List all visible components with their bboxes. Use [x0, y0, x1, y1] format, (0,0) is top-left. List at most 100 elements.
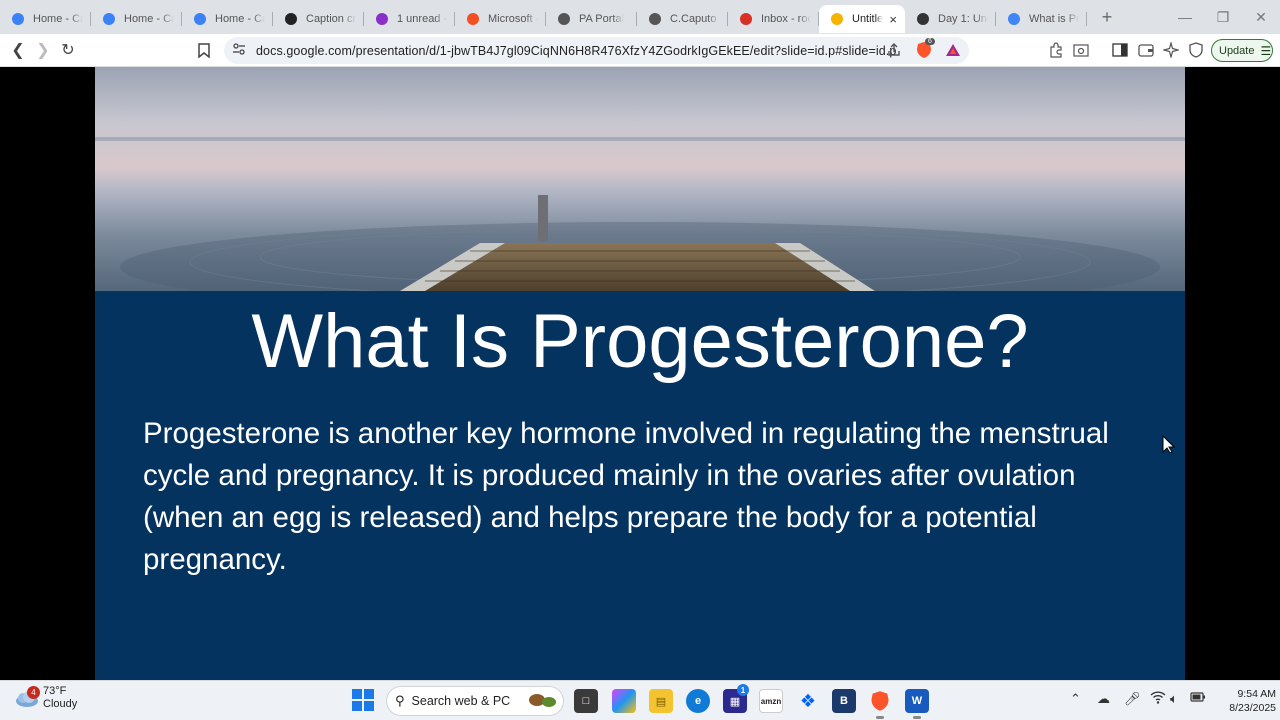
clock-date: 8/23/2025 — [1229, 702, 1276, 714]
browser-tab[interactable]: Home - Ca — [91, 5, 182, 33]
microsoft-icon — [466, 12, 480, 26]
task-view-icon[interactable]: □ — [574, 689, 598, 713]
search-icon: ⚲ — [395, 693, 405, 708]
tab-label: Home - Ca — [124, 13, 174, 25]
brave-rewards-icon[interactable] — [943, 40, 963, 60]
microphone-icon[interactable]: 🎤︎ — [1124, 691, 1141, 707]
restore-icon[interactable]: ❐ — [1204, 0, 1242, 34]
dropbox-icon[interactable]: ❖ — [796, 689, 820, 713]
minimize-icon[interactable]: — — [1166, 0, 1204, 34]
close-tab-icon[interactable]: × — [885, 12, 897, 27]
word-icon[interactable]: W — [905, 689, 929, 713]
site-settings-icon[interactable] — [232, 43, 246, 58]
windows-start-icon[interactable] — [352, 689, 374, 711]
clock-time: 9:54 AM — [1237, 688, 1276, 700]
windows-taskbar: 4 73°F Cloudy ⚲ Search web & PC □ ▤ e ▦ … — [0, 680, 1280, 720]
browser-tab[interactable]: Untitle × — [819, 5, 905, 33]
browser-tab[interactable]: Caption cr — [273, 5, 364, 33]
amazon-icon[interactable]: amzn — [759, 689, 783, 713]
update-label: Update — [1219, 44, 1255, 57]
weather-badge: 4 — [27, 686, 40, 699]
brave-running-indicator — [876, 716, 884, 719]
sidebar-toggle-icon[interactable] — [1110, 40, 1130, 60]
new-tab-button[interactable]: + — [1093, 3, 1121, 31]
bookmark-icon[interactable] — [192, 38, 216, 62]
copilot-icon[interactable] — [612, 689, 636, 713]
cloud-icon: 4 — [14, 686, 40, 708]
slide-stage: What Is Progesterone? Progesterone is an… — [0, 67, 1280, 680]
gmail-icon — [739, 12, 753, 26]
file-explorer-icon[interactable]: ▤ — [649, 689, 673, 713]
globe-icon — [648, 12, 662, 26]
browser-tab[interactable]: PA Portal — [546, 5, 637, 33]
browser-tab[interactable]: Home - Ca — [0, 5, 91, 33]
tab-strip: Home - Ca Home - Ca Home - Ca Caption cr 1 u… — [0, 0, 1280, 34]
share-icon[interactable] — [884, 40, 904, 60]
browser-tab[interactable]: C.Caputo D — [637, 5, 728, 33]
search-placeholder: Search web & PC — [411, 694, 511, 708]
tab-label: Home - Ca — [215, 13, 265, 25]
show-hidden-icons-chevron-icon[interactable]: ⌃ — [1070, 691, 1081, 707]
tab-label: Caption cr — [306, 13, 356, 25]
reload-icon[interactable]: ↻ — [56, 38, 80, 62]
browser-tab[interactable]: What is Pro — [996, 5, 1087, 33]
portal-icon — [557, 12, 571, 26]
battery-icon[interactable] — [1190, 691, 1206, 706]
canva-icon — [193, 12, 207, 26]
browser-tab[interactable]: Inbox - roc — [728, 5, 819, 33]
browser-tab[interactable]: Home - Ca — [182, 5, 273, 33]
tab-label: C.Caputo D — [670, 13, 720, 25]
vpn-shield-icon[interactable] — [1186, 40, 1206, 60]
tab-label: What is Pro — [1029, 13, 1079, 25]
tab-label: Untitle — [852, 13, 884, 25]
brave-shield-icon[interactable]: 6 — [914, 38, 935, 60]
chatgpt-icon — [284, 12, 298, 26]
leo-ai-icon[interactable] — [1161, 40, 1181, 60]
address-bar[interactable]: docs.google.com/presentation/d/1-jbwTB4J… — [224, 37, 969, 64]
mail-icon — [375, 12, 389, 26]
canva-icon — [11, 12, 25, 26]
slides-icon — [830, 12, 844, 26]
cube-icon — [916, 12, 930, 26]
onedrive-icon[interactable]: ☁ — [1097, 691, 1110, 707]
weather-condition-text: Cloudy — [43, 698, 78, 710]
search-highlight-icon — [527, 690, 559, 713]
canva-icon — [102, 12, 116, 26]
back-arrow-icon[interactable]: ❮ — [6, 38, 30, 62]
word-running-indicator — [913, 716, 921, 719]
brave-browser-icon[interactable] — [868, 689, 892, 713]
url-text: docs.google.com/presentation/d/1-jbwTB4J… — [256, 43, 897, 58]
screenshot-icon[interactable] — [1071, 40, 1091, 60]
tab-label: Day 1: Und — [938, 13, 988, 25]
shield-count: 6 — [925, 38, 935, 45]
tab-label: Home - Ca — [33, 13, 83, 25]
close-window-icon[interactable]: ✕ — [1242, 0, 1280, 34]
slide-body-text[interactable]: Progesterone is another key hormone invo… — [143, 413, 1153, 581]
tab-label: Inbox - roc — [761, 13, 811, 25]
tab-label: PA Portal — [579, 13, 625, 25]
extensions-icon[interactable] — [1046, 40, 1066, 60]
b-app-icon[interactable]: B — [832, 689, 856, 713]
store-badge: 1 — [737, 684, 749, 696]
store-icon[interactable]: ▦ 1 — [723, 684, 749, 713]
wallet-icon[interactable] — [1136, 40, 1156, 60]
slide: What Is Progesterone? Progesterone is an… — [95, 67, 1185, 680]
pier-lake-photo — [95, 67, 1185, 291]
system-clock[interactable]: 9:54 AM 8/23/2025 — [1212, 687, 1276, 715]
edge-browser-icon[interactable]: e — [686, 689, 710, 713]
browser-tab[interactable]: Day 1: Und — [905, 5, 996, 33]
update-button[interactable]: Update ☰ — [1211, 39, 1273, 62]
slide-title[interactable]: What Is Progesterone? — [95, 297, 1185, 387]
menu-icon: ☰ — [1260, 43, 1272, 58]
forward-arrow-icon[interactable]: ❯ — [31, 38, 55, 62]
wifi-icon[interactable] — [1150, 691, 1166, 707]
docs-icon — [1007, 12, 1021, 26]
browser-tab[interactable]: Microsoft - — [455, 5, 546, 33]
temperature-text: 73°F — [43, 685, 67, 697]
taskbar-search-box[interactable]: ⚲ Search web & PC — [386, 686, 564, 716]
mouse-cursor-icon — [1162, 435, 1176, 453]
browser-tab[interactable]: 1 unread - — [364, 5, 455, 33]
tab-label: Microsoft - — [488, 13, 538, 25]
weather-widget[interactable]: 4 73°F Cloudy — [14, 685, 77, 711]
volume-icon[interactable]: 🔈︎ — [1170, 691, 1178, 707]
